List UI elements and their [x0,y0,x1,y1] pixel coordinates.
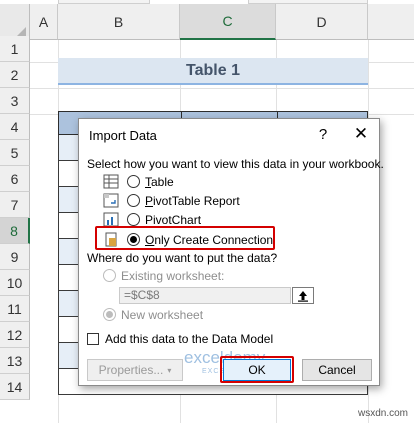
existing-worksheet-label: Existing worksheet: [121,269,225,283]
pivot-chart-radio[interactable] [127,213,140,226]
table-option-label[interactable]: Table [145,175,174,189]
data-model-checkbox[interactable] [87,333,99,345]
dialog-title: Import Data [89,128,157,143]
select-all-triangle-icon [17,27,26,36]
row-header-9[interactable]: 9 [0,244,30,270]
column-header-overflow [368,4,414,40]
column-header-d[interactable]: D [276,4,368,40]
row-header-4[interactable]: 4 [0,114,30,140]
row-header-11[interactable]: 11 [0,296,30,322]
row-header-10[interactable]: 10 [0,270,30,296]
row-header-8[interactable]: 8 [0,218,30,244]
cancel-button[interactable]: Cancel [302,359,372,381]
table-icon [103,174,119,189]
row-header-7[interactable]: 7 [0,192,30,218]
pivot-table-icon [103,193,119,208]
row-header-14[interactable]: 14 [0,374,30,400]
row-header-5[interactable]: 5 [0,140,30,166]
column-header-a[interactable]: A [30,4,58,40]
row-header-1[interactable]: 1 [0,36,30,62]
help-icon[interactable]: ? [313,124,333,144]
row-header-12[interactable]: 12 [0,322,30,348]
column-header-c[interactable]: C [180,4,276,40]
where-prompt: Where do you want to put the data? [87,251,278,265]
import-data-dialog: Import Data ? ✕ Select how you want to v… [78,118,384,386]
properties-button[interactable]: Properties... ▾ [87,359,183,381]
row-header-2[interactable]: 2 [0,62,30,88]
column-header-b[interactable]: B [58,4,180,40]
cell-reference-input[interactable]: =$C$8 [119,287,291,304]
properties-label: Properties... [98,363,164,377]
option-highlight-box [95,226,275,250]
view-prompt: Select how you want to view this data in… [87,157,384,171]
row-header-6[interactable]: 6 [0,166,30,192]
close-icon[interactable]: ✕ [349,124,373,144]
pivot-chart-icon [103,212,119,227]
row-header-3[interactable]: 3 [0,88,30,114]
new-worksheet-label: New worksheet [121,308,204,322]
collapse-dialog-button[interactable] [292,287,314,304]
ok-highlight-box [220,356,294,383]
new-worksheet-radio[interactable] [103,308,116,321]
table-radio[interactable] [127,175,140,188]
data-model-label[interactable]: Add this data to the Data Model [105,332,273,346]
select-all-corner[interactable] [0,4,30,40]
pivot-table-option-label[interactable]: PivotTable Report [145,194,240,208]
row-header-13[interactable]: 13 [0,348,30,374]
grid-line [30,88,414,89]
pivot-chart-option-label[interactable]: PivotChart [145,213,201,227]
collapse-arrow-icon [298,290,308,302]
table-title-cell[interactable]: Table 1 [58,58,368,85]
pivot-table-radio[interactable] [127,194,140,207]
dropdown-arrow-icon: ▾ [167,365,172,375]
site-watermark: wsxdn.com [357,408,408,419]
existing-worksheet-radio[interactable] [103,269,116,282]
